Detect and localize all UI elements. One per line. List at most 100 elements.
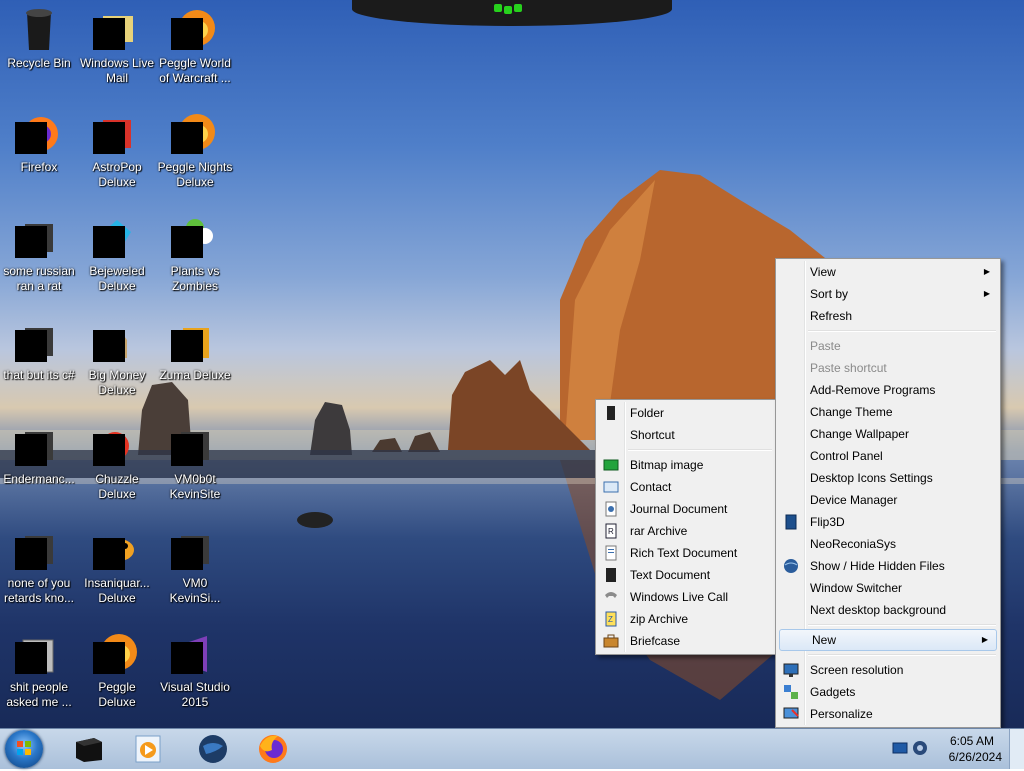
desktop-icon[interactable]: Peggle Deluxe bbox=[78, 630, 156, 710]
desktop-icon[interactable]: Chuzzle Deluxe bbox=[78, 422, 156, 502]
menu-item-paste[interactable]: Paste bbox=[778, 335, 998, 357]
clock-date[interactable]: 6/26/2024 bbox=[949, 750, 1002, 764]
menu-item-label: Add-Remove Programs bbox=[810, 383, 936, 397]
desktop-icon[interactable]: none of you retards kno... bbox=[0, 526, 78, 606]
desktop-icon-label: Endermanc... bbox=[3, 472, 75, 486]
app-icon bbox=[15, 526, 63, 574]
desktop-icon[interactable]: that but its c# bbox=[0, 318, 78, 383]
menu-item-show-hide-hidden-files[interactable]: Show / Hide Hidden Files bbox=[778, 555, 998, 577]
desktop-icon-label: Zuma Deluxe bbox=[159, 368, 231, 382]
globe-icon bbox=[784, 559, 798, 573]
menu-item-label: rar Archive bbox=[630, 524, 688, 538]
menu-item-label: Desktop Icons Settings bbox=[810, 471, 933, 485]
desktop-icon[interactable]: AstroPop Deluxe bbox=[78, 110, 156, 190]
redaction-box bbox=[15, 330, 47, 362]
media-player-icon bbox=[135, 735, 161, 763]
menu-item-personalize[interactable]: Personalize bbox=[778, 703, 998, 725]
desktop-icon[interactable]: Peggle Nights Deluxe bbox=[156, 110, 234, 190]
desktop-icon[interactable]: Windows Live Mail bbox=[78, 6, 156, 86]
redaction-box bbox=[93, 538, 125, 570]
menu-item-flip3d[interactable]: Flip3D bbox=[778, 511, 998, 533]
desktop-icon[interactable]: some russian ran a rat bbox=[0, 214, 78, 294]
menu-item-view[interactable]: View ▶ bbox=[778, 261, 998, 283]
desktop-icon[interactable]: Visual Studio 2015 bbox=[156, 630, 234, 710]
menu-item-label: Folder bbox=[630, 406, 665, 420]
menu-item-briefcase[interactable]: Briefcase bbox=[598, 630, 774, 652]
menu-item-journal-document[interactable]: Journal Document bbox=[598, 498, 774, 520]
menu-item-change-theme[interactable]: Change Theme bbox=[778, 401, 998, 423]
system-tray: 6:05 AM 6/26/2024 bbox=[884, 729, 1024, 769]
menu-item-label: Journal Document bbox=[630, 502, 728, 516]
taskbar: 6:05 AM 6/26/2024 bbox=[0, 728, 1024, 769]
menu-item-windows-live-call[interactable]: Windows Live Call bbox=[598, 586, 774, 608]
menu-item-bitmap-image[interactable]: Bitmap image bbox=[598, 454, 774, 476]
desktop-icon[interactable]: VM0 KevinSi... bbox=[156, 526, 234, 606]
redaction-box bbox=[93, 122, 125, 154]
new-submenu: Folder Shortcut Bitmap image Contact Journal… bbox=[595, 399, 777, 655]
menu-item-control-panel[interactable]: Control Panel bbox=[778, 445, 998, 467]
redaction-box bbox=[15, 538, 47, 570]
menu-separator bbox=[808, 624, 996, 626]
menu-item-new[interactable]: New ▶ bbox=[779, 629, 997, 651]
network-icon[interactable] bbox=[892, 741, 908, 755]
menu-item-add-remove-programs[interactable]: Add-Remove Programs bbox=[778, 379, 998, 401]
menu-item-shortcut[interactable]: Shortcut bbox=[598, 424, 774, 446]
taskbar-app-dark[interactable] bbox=[72, 732, 106, 766]
menu-item-paste-shortcut[interactable]: Paste shortcut bbox=[778, 357, 998, 379]
desktop-icon[interactable]: Peggle World of Warcraft ... bbox=[156, 6, 234, 86]
phone-icon bbox=[605, 592, 617, 598]
taskbar-app-globe[interactable] bbox=[196, 732, 230, 766]
menu-item-sort-by[interactable]: Sort by ▶ bbox=[778, 283, 998, 305]
menu-item-label: View bbox=[810, 265, 836, 279]
menu-item-contact[interactable]: Contact bbox=[598, 476, 774, 498]
menu-item-folder[interactable]: Folder bbox=[598, 402, 774, 424]
menu-item-zip-archive[interactable]: Zzip Archive bbox=[598, 608, 774, 630]
clock-time[interactable]: 6:05 AM bbox=[950, 734, 994, 748]
desktop-context-menu: View ▶ Sort by ▶ Refresh Paste Paste shortcut A… bbox=[775, 258, 1001, 728]
menu-item-gadgets[interactable]: Gadgets bbox=[778, 681, 998, 703]
desktop-icon[interactable]: Firefox bbox=[0, 110, 78, 175]
menu-item-next-desktop-background[interactable]: Next desktop background bbox=[778, 599, 998, 621]
desktop-icon[interactable]: Zuma Deluxe bbox=[156, 318, 234, 383]
taskbar-app-media[interactable] bbox=[132, 732, 166, 766]
desktop-icon[interactable]: Insaniquar... Deluxe bbox=[78, 526, 156, 606]
menu-item-refresh[interactable]: Refresh bbox=[778, 305, 998, 327]
desktop-icon-label: none of you retards kno... bbox=[3, 576, 75, 605]
plant-icon bbox=[171, 214, 219, 262]
menu-item-rich-text-document[interactable]: Rich Text Document bbox=[598, 542, 774, 564]
show-desktop-button[interactable] bbox=[1009, 729, 1024, 769]
desktop-icon[interactable]: shit people asked me ... bbox=[0, 630, 78, 710]
game-icon bbox=[93, 110, 141, 158]
desktop-icon[interactable]: Recycle Bin bbox=[0, 6, 78, 71]
menu-item-label: zip Archive bbox=[630, 612, 689, 626]
taskbar-app-firefox[interactable] bbox=[256, 732, 290, 766]
desktop-icon[interactable]: Plants vs Zombies bbox=[156, 214, 234, 294]
desktop[interactable]: Recycle Bin Windows Live Mail Peggle World… bbox=[0, 0, 1024, 728]
redaction-box bbox=[171, 538, 203, 570]
folder-icon bbox=[607, 406, 615, 420]
desktop-icon[interactable]: Bejeweled Deluxe bbox=[78, 214, 156, 294]
menu-item-label: New bbox=[812, 633, 837, 647]
menu-item-desktop-icons-settings[interactable]: Desktop Icons Settings bbox=[778, 467, 998, 489]
zip-icon: Z bbox=[605, 611, 617, 627]
start-button[interactable] bbox=[5, 730, 43, 768]
desktop-icon[interactable]: Big Money Deluxe bbox=[78, 318, 156, 398]
speaker-icon[interactable] bbox=[912, 739, 928, 757]
firefox-icon bbox=[259, 735, 287, 763]
menu-item-window-switcher[interactable]: Window Switcher bbox=[778, 577, 998, 599]
desktop-icon[interactable]: Endermanc... bbox=[0, 422, 78, 487]
globe-icon bbox=[199, 735, 227, 763]
app-icon bbox=[15, 422, 63, 470]
menu-item-text-document[interactable]: Text Document bbox=[598, 564, 774, 586]
menu-item-label: Windows Live Call bbox=[630, 590, 729, 604]
bitmap-icon bbox=[603, 459, 619, 471]
menu-item-rar-archive[interactable]: Rrar Archive bbox=[598, 520, 774, 542]
submenu-arrow-icon: ▶ bbox=[983, 289, 990, 298]
menu-item-neoreconiasys[interactable]: NeoReconiaSys bbox=[778, 533, 998, 555]
redaction-box bbox=[15, 226, 47, 258]
menu-item-screen-resolution[interactable]: Screen resolution bbox=[778, 659, 998, 681]
desktop-icon[interactable]: VM0b0t KevinSite bbox=[156, 422, 234, 502]
personalize-icon bbox=[783, 707, 799, 719]
menu-item-device-manager[interactable]: Device Manager bbox=[778, 489, 998, 511]
menu-item-change-wallpaper[interactable]: Change Wallpaper bbox=[778, 423, 998, 445]
